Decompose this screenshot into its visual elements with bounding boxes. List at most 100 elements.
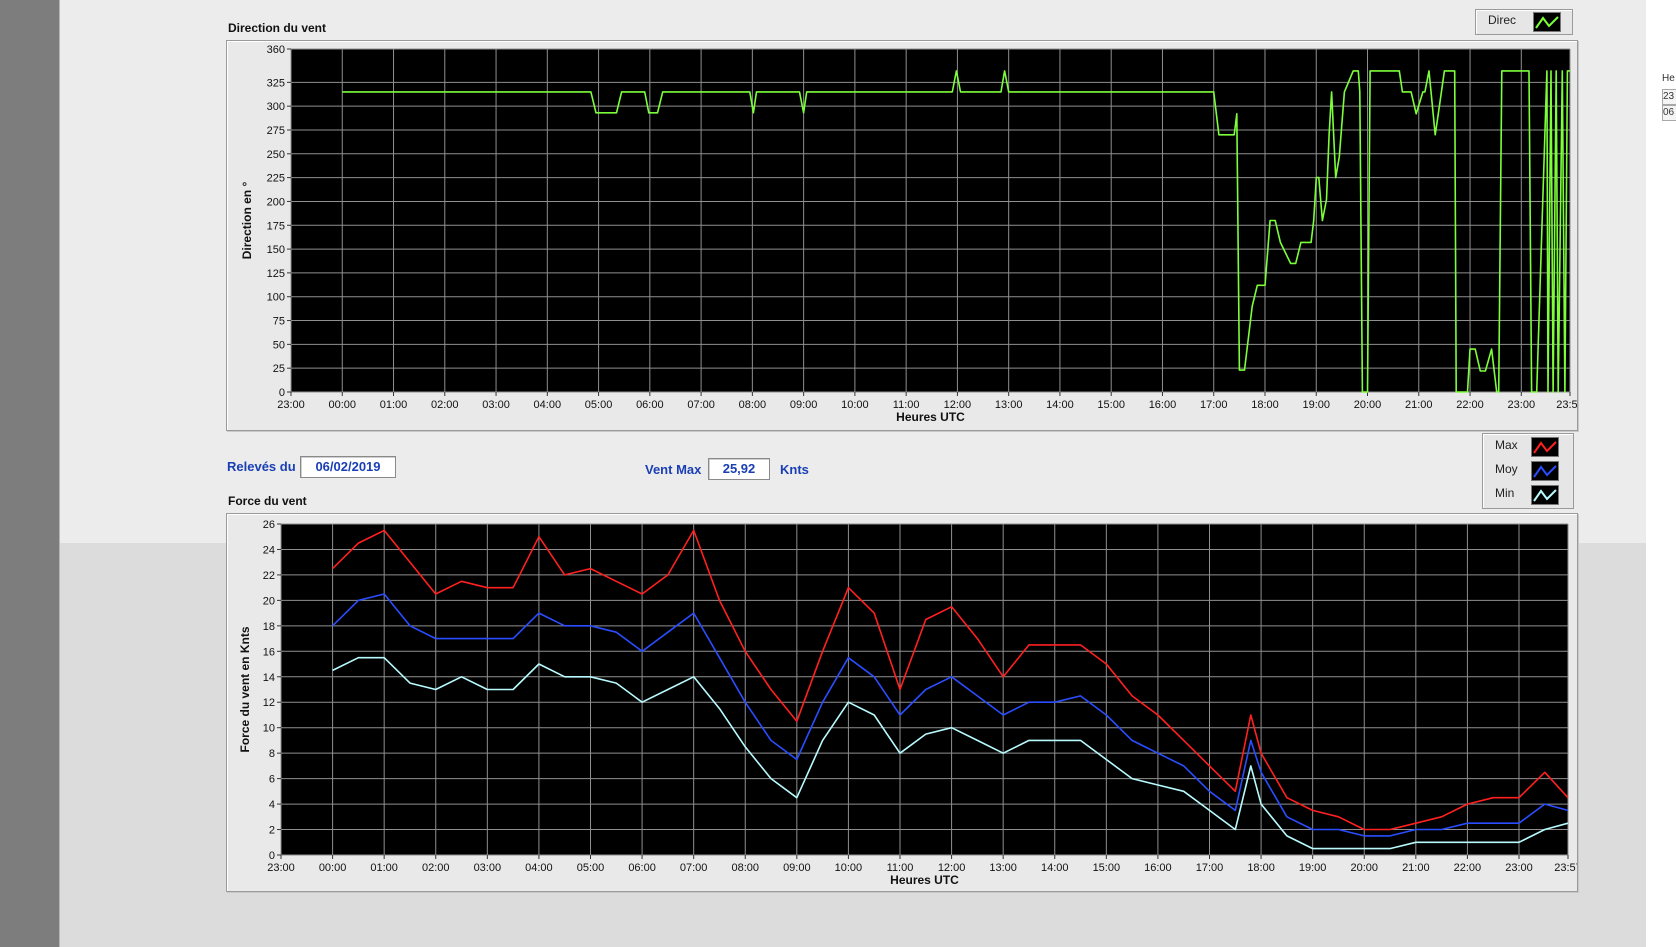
direction-xtick-label: 07:00 (687, 399, 715, 411)
direction-xtick-label: 23:00 (277, 399, 305, 411)
top-legend[interactable]: Direc (1475, 9, 1573, 35)
direction-ytick-label: 250 (267, 149, 285, 161)
direction-xtick-label: 15:00 (1097, 399, 1125, 411)
legend-swatch-direc (1533, 12, 1561, 32)
force-xtick-label: 00:00 (319, 862, 347, 874)
force-ytick-label: 14 (263, 672, 275, 684)
force-xtick-label: 03:00 (474, 862, 502, 874)
direction-xtick-label: 23:57 (1556, 399, 1577, 411)
direction-ytick-label: 300 (267, 101, 285, 113)
force-xtick-label: 18:00 (1247, 862, 1275, 874)
legend-item-direc[interactable]: Direc (1476, 10, 1572, 32)
direction-xtick-label: 02:00 (431, 399, 459, 411)
bottom-chart-title: Force du vent (228, 494, 307, 508)
force-ytick-label: 18 (263, 621, 275, 633)
ventmax-field[interactable]: 25,92 (708, 458, 770, 480)
direction-xtick-label: 14:00 (1046, 399, 1074, 411)
right-edge-strip (1646, 0, 1676, 947)
releves-date-field[interactable]: 06/02/2019 (300, 456, 396, 478)
force-ytick-label: 22 (263, 570, 275, 582)
force-ytick-label: 20 (263, 595, 275, 607)
direction-x-axis-label: Heures UTC (896, 410, 965, 424)
force-xtick-label: 08:00 (731, 862, 759, 874)
ventmax-unit: Knts (780, 462, 809, 477)
force-xtick-label: 21:00 (1402, 862, 1430, 874)
force-xtick-label: 23:00 (1505, 862, 1533, 874)
direction-ytick-label: 325 (267, 77, 285, 89)
force-xtick-label: 17:00 (1196, 862, 1224, 874)
legend-label-max: Max (1495, 438, 1518, 452)
legend-label-moy: Moy (1495, 462, 1518, 476)
direction-xtick-label: 04:00 (534, 399, 562, 411)
direction-ytick-label: 200 (267, 196, 285, 208)
force-y-axis-label: Force du vent en Knts (238, 626, 252, 752)
releves-label: Relevés du (227, 459, 296, 474)
legend-item-min[interactable]: Min (1483, 483, 1573, 505)
bottom-legend[interactable]: Max Moy Min (1482, 433, 1574, 509)
direction-xtick-label: 05:00 (585, 399, 613, 411)
legend-item-max[interactable]: Max (1483, 435, 1573, 457)
legend-item-moy[interactable]: Moy (1483, 459, 1573, 481)
force-x-axis-label: Heures UTC (890, 873, 959, 887)
force-ytick-label: 12 (263, 697, 275, 709)
force-xtick-label: 09:00 (783, 862, 811, 874)
ventmax-label: Vent Max (645, 462, 702, 477)
direction-ytick-label: 50 (273, 339, 285, 351)
direction-ytick-label: 25 (273, 363, 285, 375)
direction-xtick-label: 10:00 (841, 399, 869, 411)
force-ytick-label: 6 (269, 774, 275, 786)
direction-xtick-label: 09:00 (790, 399, 818, 411)
force-xtick-label: 02:00 (422, 862, 450, 874)
direction-xtick-label: 19:00 (1302, 399, 1330, 411)
bottom-chart-frame: 23:00 00:00 01:00 02:00 03:00 04:00 05:00 06:00… (226, 513, 1582, 892)
force-ytick-label: 24 (263, 544, 275, 556)
side-field-day[interactable]: 06 (1662, 105, 1676, 121)
force-xtick-label: 20:00 (1350, 862, 1378, 874)
legend-label-min: Min (1495, 486, 1515, 500)
force-ytick-label: 2 (269, 825, 275, 837)
force-xtick-label: 07:00 (680, 862, 708, 874)
force-xtick-label: 15:00 (1093, 862, 1121, 874)
direction-xtick-label: 06:00 (636, 399, 664, 411)
force-xtick-label: 05:00 (577, 862, 605, 874)
force-xtick-label: 01:00 (370, 862, 398, 874)
direction-plot-area (291, 49, 1570, 392)
force-xtick-label: 23:00 (267, 862, 295, 874)
direction-ytick-label: 0 (279, 387, 285, 399)
force-ytick-label: 16 (263, 646, 275, 658)
force-xtick-label: 19:00 (1299, 862, 1327, 874)
force-xtick-label: 10:00 (835, 862, 863, 874)
direction-xtick-label: 22:00 (1456, 399, 1484, 411)
force-xtick-label: 22:00 (1454, 862, 1482, 874)
direction-ytick-label: 100 (267, 292, 285, 304)
direction-xtick-label: 13:00 (995, 399, 1023, 411)
force-xtick-label: 13:00 (989, 862, 1017, 874)
direction-chart: 23:00 00:00 01:00 02:00 03:00 04:00 05:00 06:00… (240, 44, 1584, 424)
direction-xtick-label: 03:00 (482, 399, 510, 411)
direction-xtick-label: 17:00 (1200, 399, 1228, 411)
direction-y-axis-label: Direction en ° (240, 182, 254, 260)
force-xtick-label: 23:57 (1554, 862, 1577, 874)
top-chart-title: Direction du vent (228, 21, 327, 35)
side-field-label: He (1662, 73, 1675, 84)
direction-xtick-label: 23:00 (1508, 399, 1536, 411)
direction-xtick-label: 16:00 (1149, 399, 1177, 411)
force-xtick-label: 06:00 (628, 862, 656, 874)
force-ytick-label: 4 (269, 799, 275, 811)
direction-xtick-label: 01:00 (380, 399, 408, 411)
force-xtick-label: 14:00 (1041, 862, 1069, 874)
direction-xtick-label: 21:00 (1405, 399, 1433, 411)
direction-ytick-label: 75 (273, 316, 285, 328)
direction-ytick-label: 225 (267, 173, 285, 185)
direction-ytick-label: 360 (267, 44, 285, 56)
force-ytick-label: 0 (269, 850, 275, 862)
direction-xtick-label: 00:00 (328, 399, 356, 411)
force-plot-area (281, 524, 1568, 855)
legend-swatch-max (1531, 437, 1559, 457)
force-ytick-label: 8 (269, 748, 275, 760)
direction-xtick-label: 20:00 (1354, 399, 1382, 411)
direction-ytick-label: 150 (267, 244, 285, 256)
side-field-hour[interactable]: 23 (1662, 89, 1676, 105)
direction-ytick-label: 275 (267, 125, 285, 137)
legend-label-direc: Direc (1488, 13, 1517, 27)
